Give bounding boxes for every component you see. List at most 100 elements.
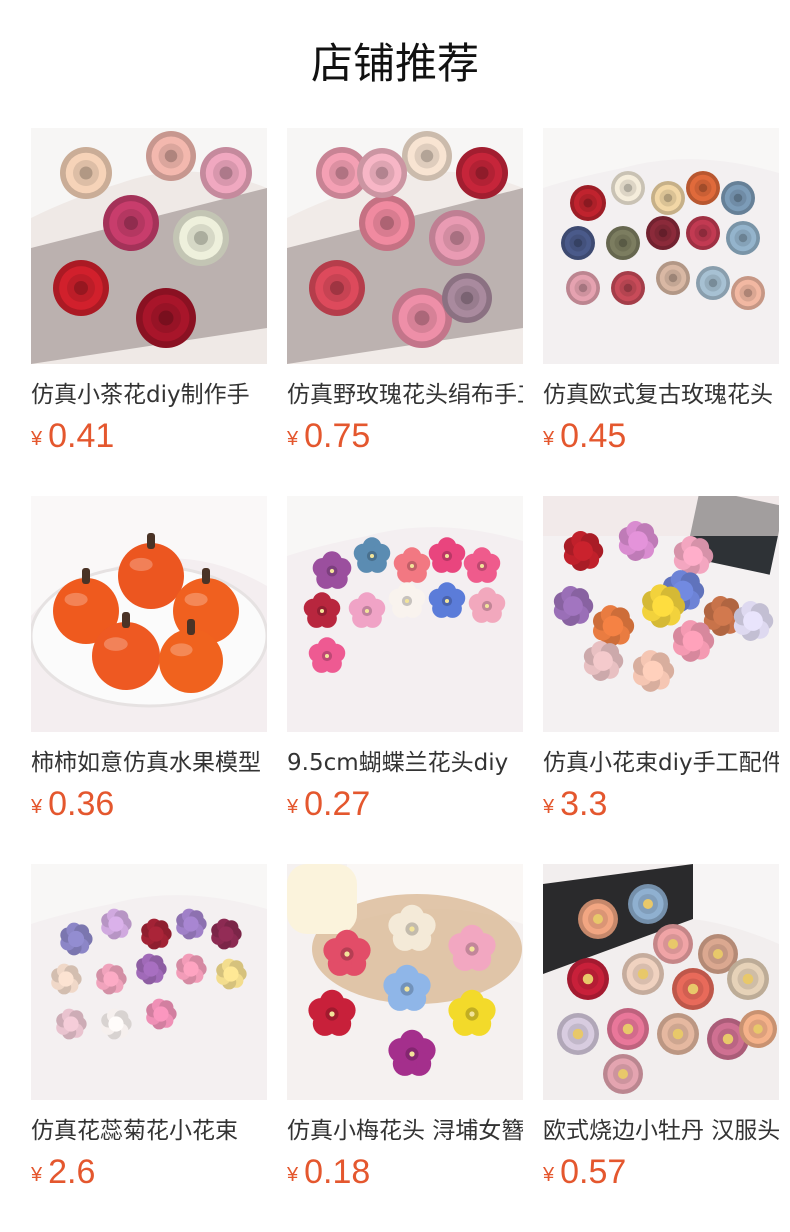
product-name[interactable]: 仿真小花束diy手工配件 [543,746,779,780]
flower-peony [578,899,618,939]
product-card[interactable]: 柿柿如意仿真水果模型 ¥0.36 [31,496,267,864]
product-name[interactable]: 仿真野玫瑰花头绢布手工 [287,378,523,412]
flower-rose [646,216,680,250]
product-price: ¥0.18 [287,1152,523,1192]
product-photo [287,496,523,732]
product-card[interactable]: 仿真小茶花diy制作手 ¥0.41 [31,128,267,496]
product-photo [543,864,779,1100]
product-price: ¥3.3 [543,784,779,824]
flower-peony [727,958,769,1000]
currency-symbol: ¥ [31,796,43,818]
product-image[interactable] [31,128,267,364]
product-name[interactable]: 柿柿如意仿真水果模型 [31,746,267,780]
currency-symbol: ¥ [543,796,555,818]
product-card[interactable]: 仿真花蕊菊花小花束 ¥2.6 [31,864,267,1232]
currency-symbol: ¥ [31,428,43,450]
page-title: 店铺推荐 [310,39,479,88]
product-image[interactable] [287,864,523,1100]
product-photo [543,496,779,732]
flower-rose [696,266,730,300]
price-value: 0.27 [304,785,371,823]
product-grid: 仿真小茶花diy制作手 ¥0.41 仿真野玫瑰花头绢布手工 ¥0.75 仿真欧式… [31,128,779,1232]
flower-rose [173,210,229,266]
flower-rose [429,210,485,266]
currency-symbol: ¥ [287,796,299,818]
product-price: ¥0.57 [543,1152,779,1192]
product-price: ¥0.27 [287,784,523,824]
product-card[interactable]: 仿真小梅花头 浔埔女簪 ¥0.18 [287,864,523,1232]
price-value: 0.45 [560,417,627,455]
product-price: ¥2.6 [31,1152,267,1192]
product-card[interactable]: 仿真小花束diy手工配件 ¥3.3 [543,496,779,864]
flower-rose [402,131,452,181]
flower-rose [726,221,760,255]
product-image[interactable] [543,496,779,732]
flower-rose [309,260,365,316]
flower-rose [200,147,252,199]
flower-peony [672,968,714,1010]
product-image[interactable] [287,496,523,732]
flower-rose [611,271,645,305]
product-image[interactable] [31,864,267,1100]
flower-rose [146,131,196,181]
flower-rose [442,273,492,323]
price-value: 0.41 [48,417,115,455]
flower-rose [103,195,159,251]
flower-rose [60,147,112,199]
product-price: ¥0.75 [287,416,523,456]
flower-rose [561,226,595,260]
flower-rose [357,148,407,198]
product-name[interactable]: 仿真小茶花diy制作手 [31,378,267,412]
flower-peony [657,1013,699,1055]
price-value: 0.57 [560,1153,627,1191]
flower-peony [567,958,609,1000]
product-name[interactable]: 9.5cm蝴蝶兰花头diy [287,746,523,780]
flower-rose [456,147,508,199]
flower-peony [607,1008,649,1050]
flower-rose [656,261,690,295]
product-card[interactable]: 仿真欧式复古玫瑰花头 ¥0.45 [543,128,779,496]
flower-rose [731,276,765,310]
flower-peony [622,953,664,995]
flower-peony [603,1054,643,1094]
flower-rose [53,260,109,316]
flower-rose [606,226,640,260]
flower-rose [566,271,600,305]
product-photo [31,128,267,364]
currency-symbol: ¥ [543,428,555,450]
product-card[interactable]: 仿真野玫瑰花头绢布手工 ¥0.75 [287,128,523,496]
product-name[interactable]: 仿真花蕊菊花小花束 [31,1114,267,1148]
flower-rose [721,181,755,215]
product-card[interactable]: 9.5cm蝴蝶兰花头diy ¥0.27 [287,496,523,864]
currency-symbol: ¥ [287,428,299,450]
product-price: ¥0.41 [31,416,267,456]
product-photo [31,496,267,732]
price-value: 0.75 [304,417,371,455]
flower-peony [653,924,693,964]
flower-rose [611,171,645,205]
product-photo [287,128,523,364]
flower-rose [651,181,685,215]
product-name[interactable]: 仿真欧式复古玫瑰花头 [543,378,779,412]
product-card[interactable]: 欧式烧边小牡丹 汉服头饰 ¥0.57 [543,864,779,1232]
flower-peony [628,884,668,924]
product-photo [543,128,779,364]
product-image[interactable] [287,128,523,364]
flower-rose [686,216,720,250]
flower-peony [557,1013,599,1055]
flower-rose [136,288,196,348]
currency-symbol: ¥ [287,1164,299,1186]
product-name[interactable]: 仿真小梅花头 浔埔女簪 [287,1114,523,1148]
product-image[interactable] [543,864,779,1100]
product-image[interactable] [543,128,779,364]
product-name[interactable]: 欧式烧边小牡丹 汉服头饰 [543,1114,779,1148]
price-value: 3.3 [560,785,608,823]
price-value: 0.18 [304,1153,371,1191]
flower-rose [686,171,720,205]
price-value: 2.6 [48,1153,96,1191]
product-image[interactable] [31,496,267,732]
product-price: ¥0.36 [31,784,267,824]
product-price: ¥0.45 [543,416,779,456]
flower-rose [359,195,415,251]
currency-symbol: ¥ [31,1164,43,1186]
